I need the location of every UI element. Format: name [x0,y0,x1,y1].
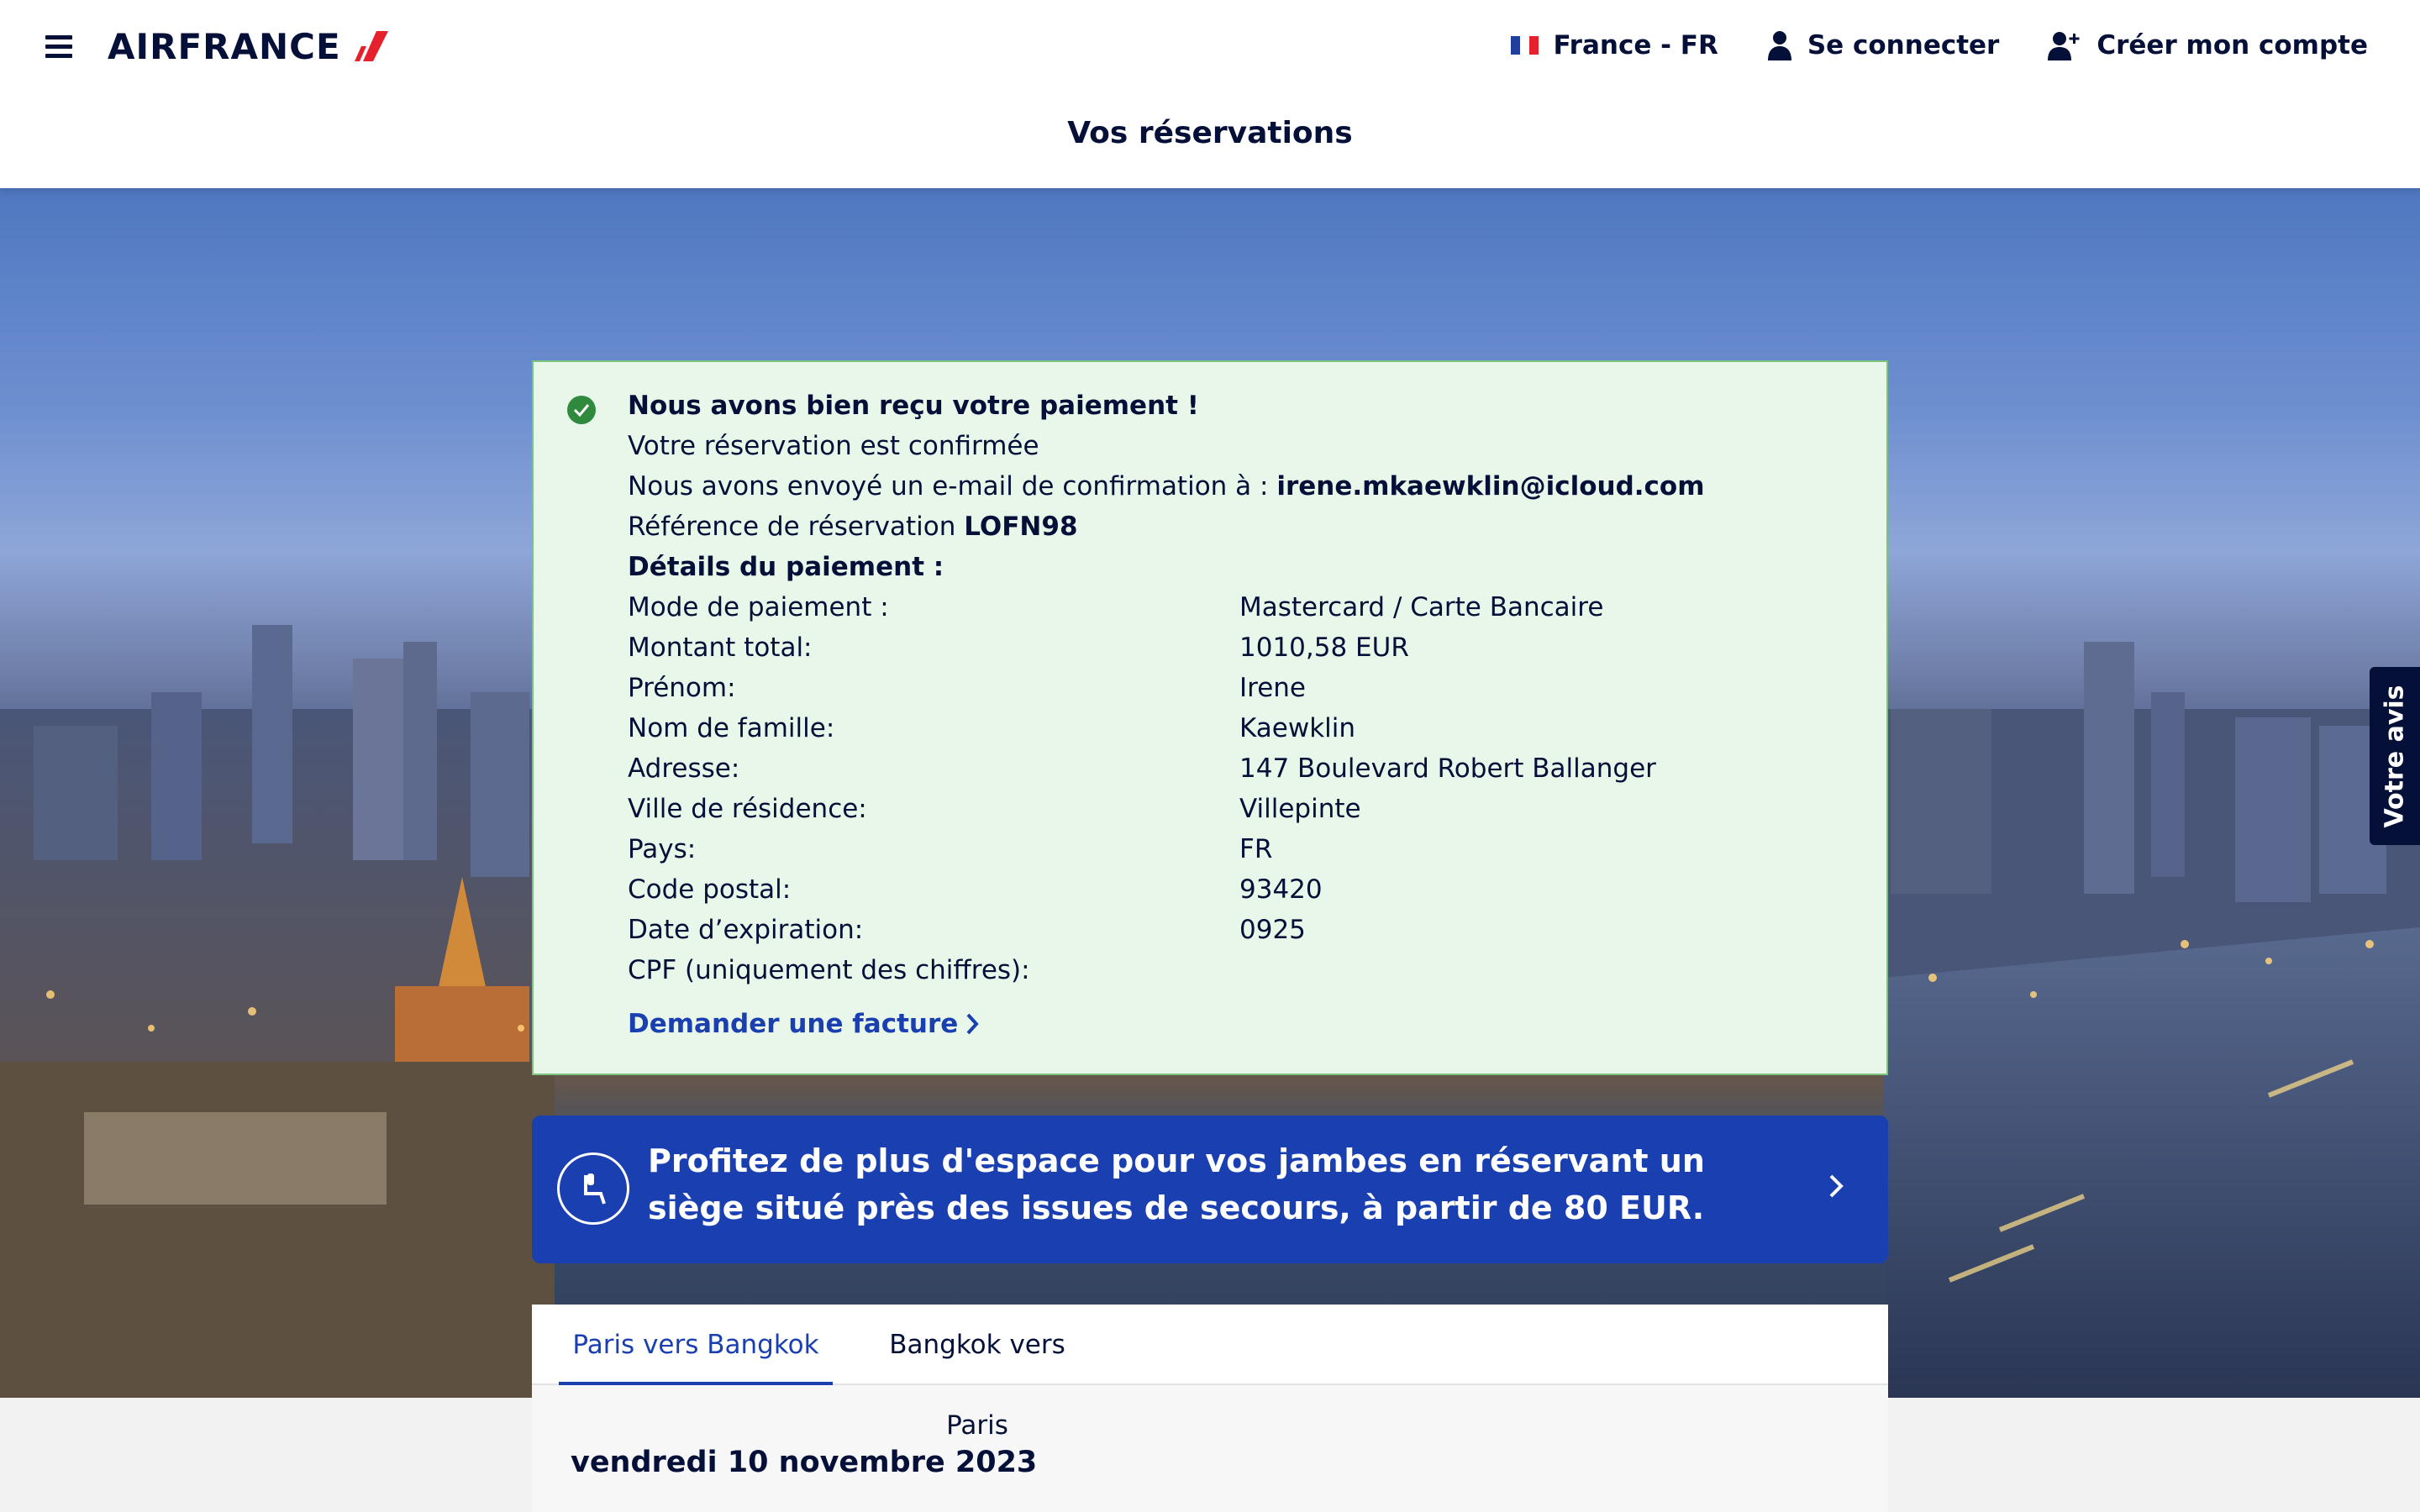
detail-value: Irene [1239,673,1306,703]
login-button[interactable]: Se connecter [1767,30,2000,60]
promo-text: Profitez de plus d'espace pour vos jambe… [648,1142,1705,1226]
add-user-icon [2048,32,2080,60]
detail-label: Date d’expiration: [628,915,864,945]
detail-label: Nom de famille: [628,713,835,743]
request-invoice-link[interactable]: Demander une facture [628,1004,980,1044]
detail-value: Kaewklin [1239,713,1356,743]
detail-label: Ville de résidence: [628,794,867,824]
detail-label: Montant total: [628,633,813,663]
reference-prefix: Référence de réservation [628,512,965,542]
chevron-right-icon [1829,1174,1844,1198]
detail-label: CPF (uniquement des chiffres): [628,955,1030,985]
detail-value [1239,950,1828,990]
feedback-label: Votre avis [2380,684,2410,828]
detail-value: 0925 [1239,915,1306,945]
detail-label: Pays: [628,834,697,864]
detail-label: Prénom: [628,673,736,703]
detail-value: FR [1239,834,1273,864]
brand-name: AIRFRANCE [108,25,341,67]
payment-details-list: Mode de paiement : Mastercard / Carte Ba… [628,587,1854,990]
detail-label: Mode de paiement : [628,592,889,622]
locale-selector[interactable]: France - FR [1511,30,1718,60]
menu-icon[interactable] [45,34,76,59]
feedback-tab[interactable]: Votre avis [2370,667,2420,845]
check-circle-icon [567,396,596,424]
france-flag-icon [1511,36,1539,55]
login-label: Se connecter [1807,30,2000,60]
detail-value: Villepinte [1239,794,1361,824]
payment-confirmation-panel: Nous avons bien reçu votre paiement ! Vo… [532,360,1888,1075]
detail-value: Mastercard / Carte Bancaire [1239,592,1604,622]
flight-date: vendredi 10 novembre 2023 [571,1446,1038,1479]
tab-bangkok-paris[interactable]: Bangkok vers Paris [860,1305,1095,1441]
confirmation-title: Nous avons bien reçu votre paiement ! [628,391,1199,421]
airfrance-logo[interactable]: AIRFRANCE [108,25,388,67]
logo-stripe-icon [354,31,388,61]
detail-value: 147 Boulevard Robert Ballanger [1239,753,1656,784]
itinerary-tabs: Paris vers Bangkok Bangkok vers Paris [532,1305,1888,1441]
exit-row-seat-promo[interactable]: Profitez de plus d'espace pour vos jambe… [532,1116,1888,1263]
booking-reference: LOFN98 [964,512,1078,542]
header-actions: France - FR Se connecter Créer mon compt… [1511,24,2368,67]
payment-details-heading: Détails du paiement : [628,552,944,582]
email-prefix: Nous avons envoyé un e-mail de confirmat… [628,471,1277,501]
locale-label: France - FR [1553,30,1718,60]
confirmation-email: irene.mkaewklin@icloud.com [1276,471,1705,501]
top-header: AIRFRANCE France - FR Se connecter Créer… [0,0,2420,188]
create-account-label: Créer mon compte [2096,30,2368,60]
confirmation-status: Votre réservation est confirmée [628,431,1039,461]
detail-label: Code postal: [628,874,792,905]
tab-paris-bangkok[interactable]: Paris vers Bangkok [559,1305,833,1385]
email-sent-line: Nous avons envoyé un e-mail de confirmat… [628,466,1854,507]
page-title: Vos réservations [1067,116,1353,150]
request-invoice-label: Demander une facture [628,1009,959,1039]
seat-icon [557,1152,629,1225]
detail-value: 1010,58 EUR [1239,633,1409,663]
create-account-button[interactable]: Créer mon compte [2048,30,2368,60]
detail-value: 93420 [1239,874,1323,905]
reference-line: Référence de réservation LOFN98 [628,507,1854,547]
chevron-right-icon [966,1013,979,1035]
detail-label: Adresse: [628,753,740,784]
user-icon [1767,31,1791,60]
itinerary-panel: Paris vers Bangkok Bangkok vers Paris ve… [532,1305,1888,1512]
